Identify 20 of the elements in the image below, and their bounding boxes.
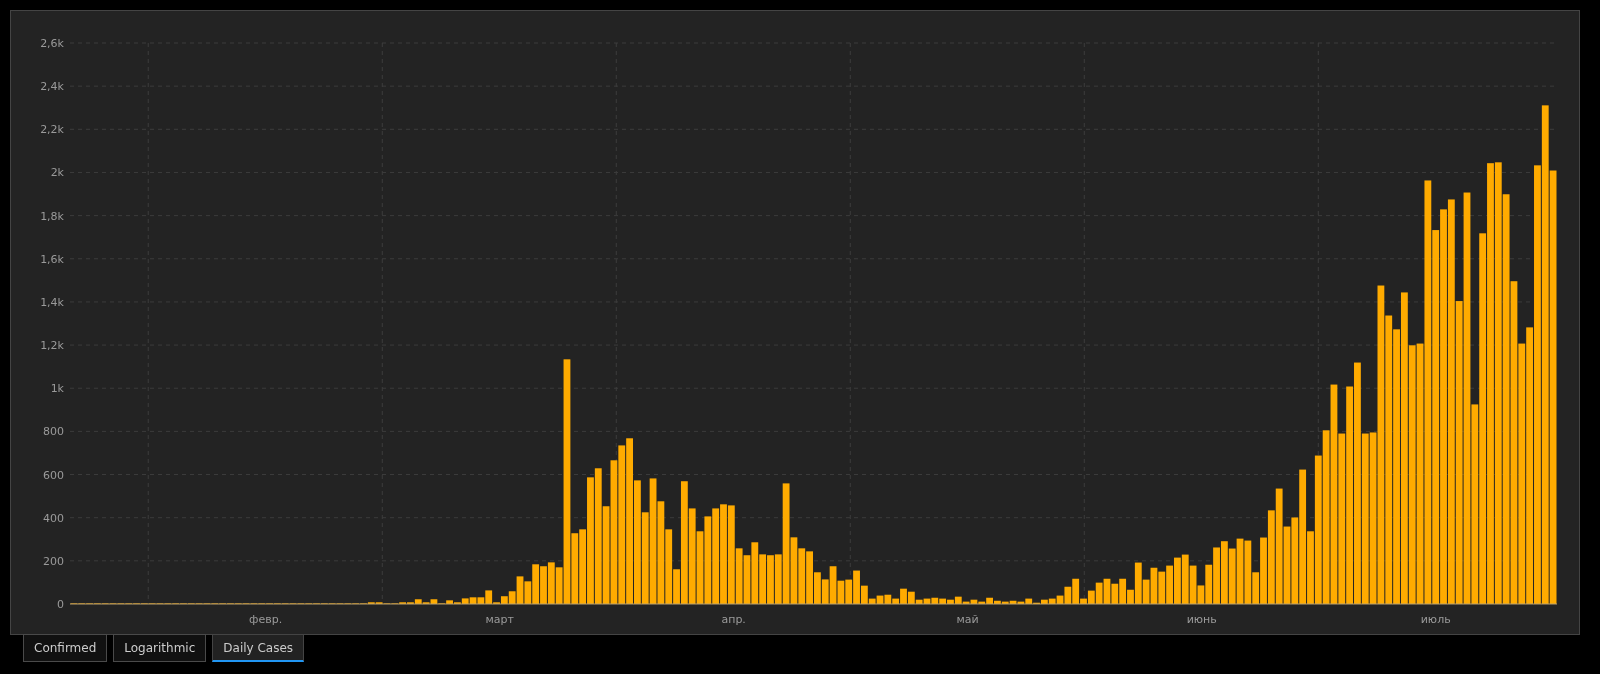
axis-label: 200 (43, 554, 64, 568)
axis-label: 2,2k (40, 123, 64, 137)
axis-label: апр. (721, 613, 746, 626)
axis-label: 400 (43, 511, 64, 525)
axis-label: 2,6k (40, 37, 64, 50)
axis-label: февр. (249, 613, 283, 626)
axis-label: 1,6k (40, 252, 64, 266)
axis-label: июнь (1186, 613, 1217, 626)
axis-label: 1k (50, 382, 64, 396)
axis-label: 2k (50, 166, 64, 180)
axis-label: март (485, 613, 514, 626)
axis-label: 1,8k (40, 209, 64, 223)
axis-label: 800 (43, 425, 64, 439)
axis-label: 600 (43, 468, 64, 482)
axis-label: 2,4k (40, 80, 64, 94)
axis-label: 1,4k (40, 295, 64, 309)
axis-label: май (956, 613, 979, 626)
axis-label: 0 (57, 598, 64, 611)
axis-label: 1,2k (40, 339, 64, 353)
axis-label: июль (1420, 613, 1451, 626)
